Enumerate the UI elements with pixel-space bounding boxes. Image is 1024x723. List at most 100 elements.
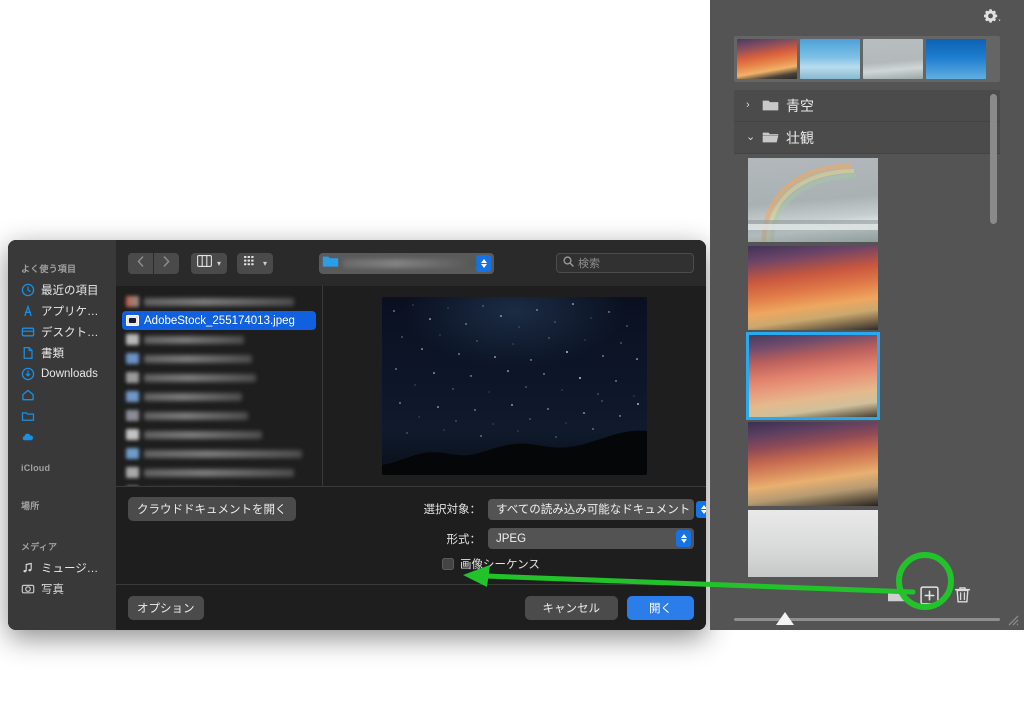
search-input[interactable]: 検索 (556, 253, 694, 273)
sidebar-item-recents[interactable]: 最近の項目 (8, 279, 116, 300)
blue-gradient-sky-thumb[interactable] (926, 39, 986, 79)
sidebar-item-applications[interactable]: アプリケ… (8, 300, 116, 321)
file-row[interactable] (122, 387, 316, 406)
file-row[interactable] (122, 368, 316, 387)
thumbnail-strip (734, 36, 1000, 82)
enable-control-group: 選択対象： すべての読み込み可能なドキュメント (424, 498, 706, 520)
panel-scrollbar[interactable] (990, 94, 997, 224)
view-options-button[interactable]: ▾ (237, 252, 274, 274)
resize-grip-icon[interactable] (1005, 612, 1019, 626)
chevron-down-icon[interactable]: ⌄ (746, 132, 755, 143)
sidebar-item-music[interactable]: ミュージ… (8, 557, 116, 578)
sidebar-item-home[interactable] (8, 384, 116, 405)
image-sequence-label: 画像シーケンス (460, 559, 540, 571)
folder-thumbnail-area (734, 154, 1000, 577)
add-item-icon[interactable] (920, 585, 939, 605)
chevron-right-icon (163, 254, 170, 272)
cancel-button[interactable]: キャンセル (524, 595, 618, 620)
sidebar-item-label: 最近の項目 (41, 284, 99, 297)
panel-topbar (710, 0, 1024, 36)
forward-button[interactable] (154, 252, 179, 274)
chevron-down-icon: ▾ (217, 258, 222, 268)
file-name (144, 392, 242, 401)
sidebar-item-label: ミュージ… (41, 562, 99, 575)
file-name (144, 468, 294, 477)
sidebar-item-icloud-drive[interactable] (8, 426, 116, 447)
new-folder-icon[interactable] (887, 586, 906, 605)
panel-bottom-toolbar (710, 577, 1024, 630)
rainbow-ocean-thumb[interactable] (863, 39, 923, 79)
back-button[interactable] (128, 252, 153, 274)
stepper-icon (676, 530, 691, 547)
sidebar-item-documents[interactable]: 書類 (8, 342, 116, 363)
file-type-icon (126, 353, 139, 364)
preview-pane (323, 286, 706, 486)
dialog-options-section: クラウドドキュメントを開く 選択対象： すべての読み込み可能なドキュメント 形式… (116, 486, 706, 584)
folder-row-expanded[interactable]: ⌄ 壮観 (734, 122, 1000, 154)
gear-icon[interactable] (982, 7, 1002, 30)
slider-knob[interactable] (776, 612, 794, 625)
options-button[interactable]: オプション (128, 595, 204, 620)
sunset-deep-item[interactable] (748, 422, 878, 506)
open-cloud-document-button[interactable]: クラウドドキュメントを開く (128, 497, 296, 521)
blue-folder-icon (322, 254, 339, 273)
sidebar-item-downloads[interactable]: Downloads (8, 363, 116, 384)
sidebar-section-header-media: メディア (21, 542, 58, 552)
enable-popup-menu[interactable]: すべての読み込み可能なドキュメント (488, 498, 706, 520)
file-name: AdobeStock_255174013.jpeg (144, 314, 295, 327)
folder-icon (762, 99, 779, 112)
rainbow-ocean-item[interactable] (748, 158, 878, 242)
file-name (144, 297, 294, 306)
file-row-selected[interactable]: AdobeStock_255174013.jpeg (122, 311, 316, 330)
file-name (144, 411, 248, 420)
open-file-dialog: よく使う項目 最近の項目 アプリケ… デスクト… 書類 Downloads iC… (8, 240, 706, 630)
sunset-orange-item[interactable] (748, 246, 878, 330)
open-button[interactable]: 開く (627, 595, 694, 620)
file-row[interactable] (122, 463, 316, 482)
downloads-icon (21, 367, 35, 381)
options-row-format: 形式： JPEG (128, 528, 694, 549)
sidebar-item-label: 書類 (41, 347, 64, 360)
navigation-buttons (128, 252, 179, 274)
sunset-clouds-thumb[interactable] (737, 39, 797, 79)
stepper-icon (476, 254, 492, 272)
chevron-down-icon: ▾ (263, 258, 268, 268)
options-row-enable: クラウドドキュメントを開く 選択対象： すべての読み込み可能なドキュメント (128, 497, 706, 521)
open-folder-icon (762, 131, 779, 144)
file-row[interactable] (122, 330, 316, 349)
folder-row-collapsed[interactable]: › 青空 (734, 90, 1000, 122)
file-type-icon (126, 296, 139, 307)
dialog-main-area: ▾ ▾ 検索 AdobeStock_255174013.jpeg クラウドドキュ… (116, 240, 706, 630)
image-sequence-group[interactable]: 画像シーケンス (442, 556, 694, 572)
sidebar-item-folder[interactable] (8, 405, 116, 426)
file-row[interactable] (122, 292, 316, 311)
photo-folder-list[interactable]: › 青空 ⌄ 壮観 (734, 90, 1000, 577)
path-popup-button[interactable] (319, 252, 495, 274)
image-sequence-checkbox[interactable] (442, 558, 454, 570)
sidebar-item-photos[interactable]: 写真 (8, 578, 116, 599)
file-row[interactable] (122, 406, 316, 425)
file-type-icon (126, 334, 139, 345)
chevron-right-icon[interactable]: › (746, 100, 755, 111)
file-row[interactable] (122, 349, 316, 368)
documents-icon (21, 346, 35, 360)
folder-icon (21, 409, 35, 423)
sidebar-item-desktop[interactable]: デスクト… (8, 321, 116, 342)
file-name (144, 354, 252, 363)
file-type-icon (126, 448, 139, 459)
file-name (144, 449, 302, 458)
view-mode-column-button[interactable]: ▾ (191, 252, 228, 274)
preview-image (382, 297, 647, 475)
delete-icon[interactable] (953, 586, 972, 605)
format-control-group: 形式： JPEG (447, 528, 694, 549)
cloudy-white-item[interactable] (748, 510, 878, 577)
format-popup-menu[interactable]: JPEG (488, 528, 694, 549)
sunset-pink-item[interactable] (746, 332, 880, 420)
file-row[interactable] (122, 425, 316, 444)
file-row[interactable] (122, 444, 316, 463)
sidebar-section-header-locations: 場所 (21, 501, 40, 511)
options-row-image-sequence: 画像シーケンス (128, 556, 694, 572)
file-list[interactable]: AdobeStock_255174013.jpeg (116, 286, 323, 486)
thumbnail-size-slider[interactable] (734, 608, 1000, 630)
blue-sky-clouds-thumb[interactable] (800, 39, 860, 79)
